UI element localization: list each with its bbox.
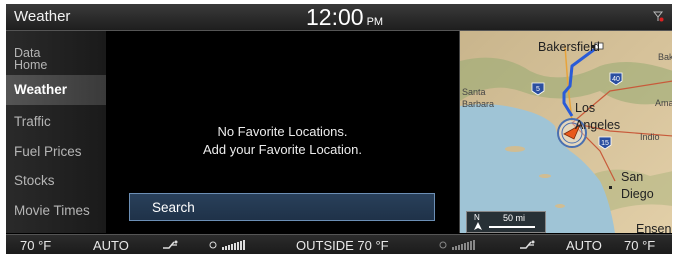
clock-ampm: PM <box>366 16 384 28</box>
clock: 12:00 PM <box>306 4 383 31</box>
empty-message-line2: Add your Favorite Location. <box>203 142 362 157</box>
map-label-bakersfield: Bakersfield <box>538 40 600 54</box>
map-scale: N 50 mi <box>466 211 546 233</box>
left-temperature[interactable]: 70 °F <box>20 238 51 253</box>
map-label-santa: Santa <box>462 87 486 97</box>
signal-icon <box>652 11 664 22</box>
sidebar-item-label: Home <box>14 58 48 72</box>
outside-temperature: OUTSIDE 70 °F <box>296 238 389 253</box>
fan-speed-right-icon[interactable] <box>438 239 484 251</box>
airflow-mode-right-icon[interactable] <box>519 239 537 251</box>
infotainment-screen: Weather 12:00 PM Data Home Weather Traffi… <box>6 4 672 254</box>
map-label-ama: Ama <box>655 98 672 108</box>
app-title: Weather <box>14 8 71 25</box>
sidebar-item-weather[interactable]: Weather <box>6 75 106 105</box>
right-temperature[interactable]: 70 °F <box>624 238 655 253</box>
climate-bar: 70 °F AUTO OUTSIDE 70 °F AUTO 70 °F <box>6 234 672 254</box>
scale-distance: 50 mi <box>503 213 526 223</box>
map-label-diego: Diego <box>621 187 654 201</box>
scale-bar <box>489 226 535 228</box>
right-auto-mode[interactable]: AUTO <box>566 238 602 253</box>
svg-text:15: 15 <box>601 140 609 147</box>
sidebar-item-label: Traffic <box>14 114 51 129</box>
map-label-san: San <box>621 170 644 184</box>
map-view[interactable]: 5 40 15 Bakersfield Bak Los Angeles Ama … <box>459 31 672 233</box>
map-label-ensen: Ensen <box>636 222 672 233</box>
left-auto-mode[interactable]: AUTO <box>93 238 129 253</box>
top-bar: Weather 12:00 PM <box>6 4 672 31</box>
search-button-label: Search <box>152 200 195 215</box>
map-label-los: Los <box>575 101 596 115</box>
map-label-barbara: Barbara <box>462 99 495 109</box>
compass-north: N <box>474 213 480 222</box>
sidebar-item-label: Fuel Prices <box>14 144 82 159</box>
map-label-bak: Bak <box>658 52 672 62</box>
svg-text:40: 40 <box>612 76 620 83</box>
empty-message-line1: No Favorite Locations. <box>217 124 348 139</box>
sidebar-item-label: Stocks <box>14 173 55 188</box>
sidebar-item-label: Movie Times <box>14 203 90 218</box>
svg-text:5: 5 <box>536 86 540 93</box>
fan-speed-icon[interactable] <box>208 239 254 251</box>
sidebar: Data Home Weather Traffic Fuel Prices St… <box>6 31 106 233</box>
main-panel: No Favorite Locations. Add your Favorite… <box>107 31 458 233</box>
search-button[interactable]: Search <box>129 193 435 221</box>
compass-arrow-icon <box>474 222 482 230</box>
sidebar-item-movie-times[interactable]: Movie Times <box>6 203 106 218</box>
sidebar-item-label: Weather <box>14 82 68 97</box>
map-label-angeles: Angeles <box>575 118 621 132</box>
map-label-indio: Indio <box>640 132 660 142</box>
sidebar-item-traffic[interactable]: Traffic <box>6 114 106 129</box>
sidebar-item-fuel-prices[interactable]: Fuel Prices <box>6 144 106 159</box>
sidebar-item-stocks[interactable]: Stocks <box>6 173 106 188</box>
airflow-mode-icon[interactable] <box>162 239 180 251</box>
clock-time: 12:00 <box>306 4 364 30</box>
sidebar-item-data-home[interactable]: Data Home <box>6 47 106 72</box>
